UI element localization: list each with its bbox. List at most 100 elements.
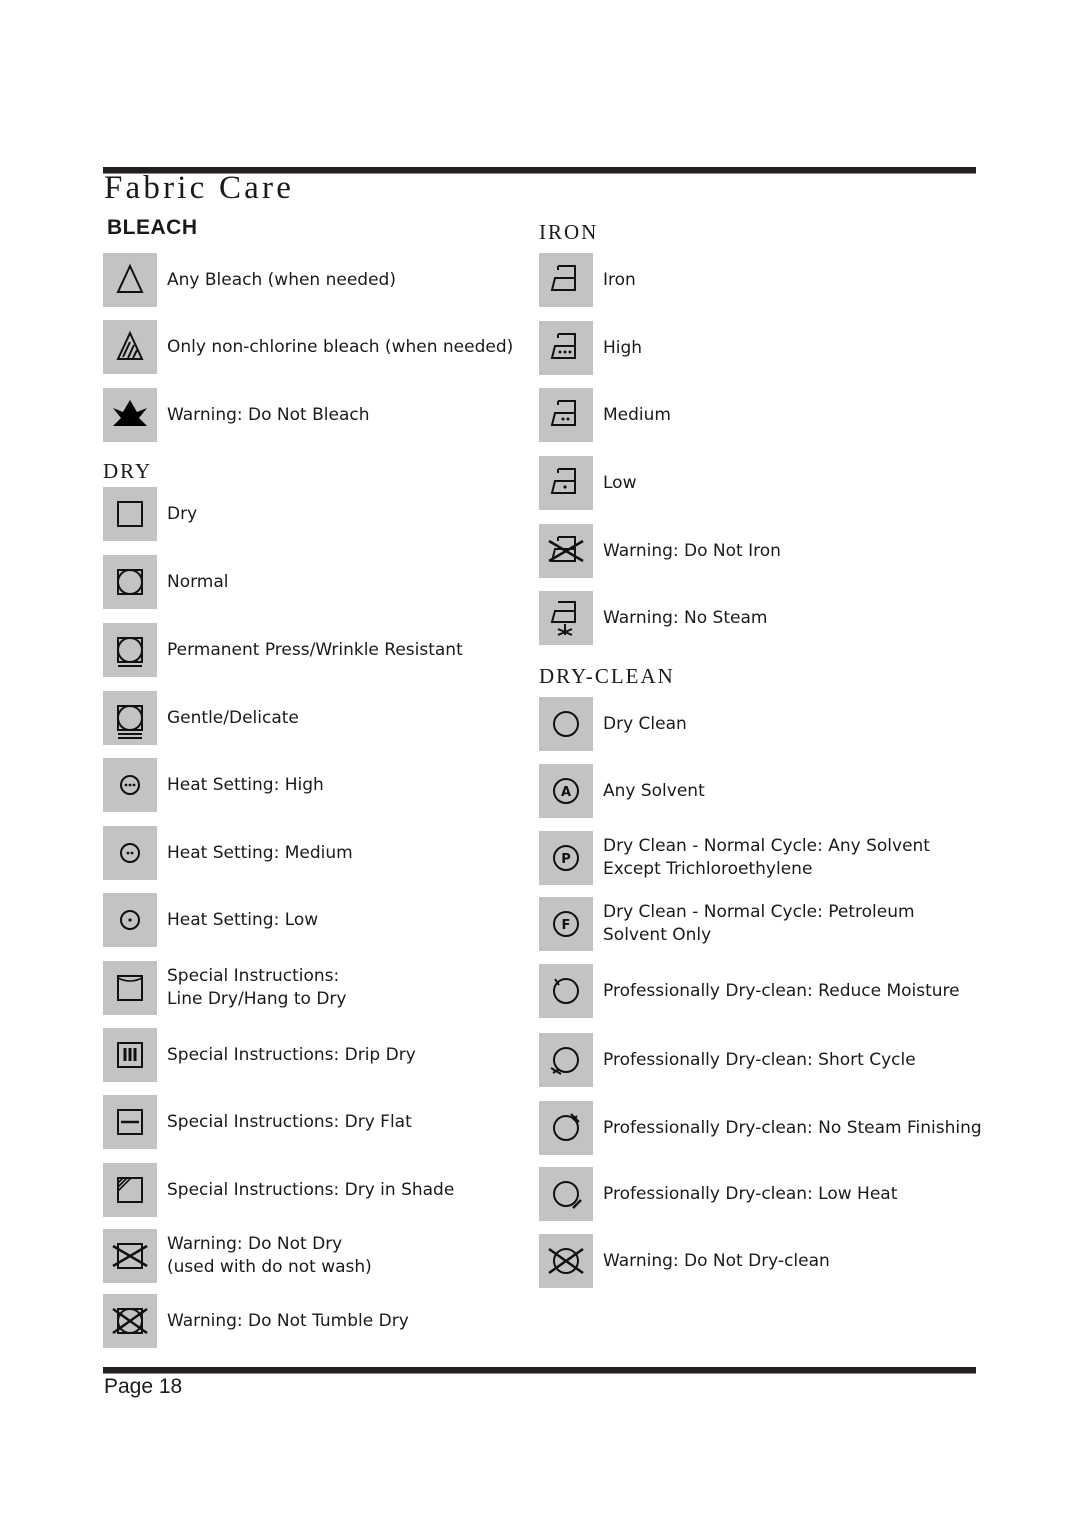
item-label: Warning: Do Not Iron (603, 540, 781, 563)
dry-item: Special Instructions: Drip Dry (103, 1028, 416, 1082)
item-label: Heat Setting: Low (167, 909, 318, 932)
label-line: Special Instructions: Drip Dry (167, 1044, 416, 1065)
svg-text:A: A (561, 785, 571, 800)
dry-clean-reduce-moisture-icon (539, 964, 593, 1018)
svg-text:F: F (562, 918, 571, 933)
item-label: Special Instructions: Line Dry/Hang to Dr… (167, 965, 346, 1011)
item-label: Professionally Dry-clean: Short Cycle (603, 1049, 916, 1072)
dryclean-item: F Dry Clean - Normal Cycle: Petroleum Solv… (539, 897, 915, 951)
item-label: High (603, 337, 642, 360)
dry-item: Warning: Do Not Dry (used with do not was… (103, 1229, 372, 1283)
section-title-dry: DRY (103, 459, 153, 483)
item-label: Medium (603, 404, 671, 427)
label-line: Professionally Dry-clean: Reduce Moistur… (603, 980, 960, 1001)
dryclean-item: Professionally Dry-clean: No Steam Finis… (539, 1101, 982, 1155)
item-label: Warning: Do Not Bleach (167, 404, 370, 427)
heat-high-icon (103, 758, 157, 812)
label-line: Warning: Do Not Dry (167, 1234, 343, 1254)
svg-text:P: P (561, 852, 571, 867)
label-line: Any Bleach (when needed) (167, 269, 396, 290)
dryclean-item: A Any Solvent (539, 764, 705, 818)
item-label: Any Bleach (when needed) (167, 269, 396, 292)
item-label: Dry Clean - Normal Cycle: Petroleum Solve… (603, 901, 915, 947)
item-label: Warning: Do Not Tumble Dry (167, 1310, 409, 1333)
bleach-item: Any Bleach (when needed) (103, 253, 396, 307)
item-label: Dry Clean - Normal Cycle: Any Solvent Exc… (603, 835, 930, 881)
no-steam-icon (539, 591, 593, 645)
label-line: Professionally Dry-clean: No Steam Finis… (603, 1117, 982, 1138)
label-line: Heat Setting: Low (167, 909, 319, 930)
item-label: Only non-chlorine bleach (when needed) (167, 336, 513, 359)
item-label: Professionally Dry-clean: Reduce Moistur… (603, 980, 960, 1003)
dry-item: Normal (103, 555, 229, 609)
dry-item: Gentle/Delicate (103, 691, 299, 745)
label-line: Special Instructions: (167, 966, 340, 986)
label-line: Normal (167, 571, 229, 592)
iron-item: Medium (539, 388, 671, 442)
dry-clean-icon (539, 697, 593, 751)
iron-item: Low (539, 456, 636, 510)
iron-high-icon (539, 321, 593, 375)
dry-item: Heat Setting: High (103, 758, 324, 812)
item-label: Iron (603, 269, 636, 292)
label-line: Line Dry/Hang to Dry (167, 989, 347, 1009)
item-label: Warning: No Steam (603, 607, 767, 630)
tumble-dry-normal-icon (103, 555, 157, 609)
label-line: High (603, 337, 643, 358)
do-not-tumble-dry-icon (103, 1294, 157, 1348)
section-title-bleach: BLEACH (107, 216, 198, 239)
do-not-dry-clean-icon (539, 1234, 593, 1288)
item-label: Gentle/Delicate (167, 707, 299, 730)
drip-dry-icon (103, 1028, 157, 1082)
item-label: Professionally Dry-clean: No Steam Finis… (603, 1117, 982, 1140)
heat-low-icon (103, 893, 157, 947)
label-line: Any Solvent (603, 780, 705, 801)
page-title: Fabric Care (104, 170, 295, 206)
iron-low-icon (539, 456, 593, 510)
dry-item: Heat Setting: Low (103, 893, 318, 947)
dryclean-item: Professionally Dry-clean: Low Heat (539, 1167, 897, 1221)
line-dry-icon (103, 961, 157, 1015)
label-line: Heat Setting: High (167, 774, 324, 795)
do-not-dry-icon (103, 1229, 157, 1283)
dry-item: Special Instructions: Dry in Shade (103, 1163, 454, 1217)
label-line: Solvent Only (603, 925, 712, 945)
dry-in-shade-icon (103, 1163, 157, 1217)
item-label: Permanent Press/Wrinkle Resistant (167, 639, 463, 662)
label-line: Dry Clean (603, 713, 687, 734)
iron-medium-icon (539, 388, 593, 442)
tumble-dry-permanent-press-icon (103, 623, 157, 677)
do-not-bleach-icon (103, 388, 157, 442)
label-line: Low (603, 472, 637, 493)
iron-item: Warning: No Steam (539, 591, 767, 645)
label-line: Dry (167, 503, 198, 524)
item-label: Any Solvent (603, 780, 705, 803)
bleach-any-icon (103, 253, 157, 307)
dryclean-item: Professionally Dry-clean: Reduce Moistur… (539, 964, 960, 1018)
label-line: Heat Setting: Medium (167, 842, 353, 863)
dry-clean-p-icon: P (539, 831, 593, 885)
item-label: Special Instructions: Drip Dry (167, 1044, 416, 1067)
item-label: Warning: Do Not Dry-clean (603, 1250, 830, 1273)
label-line: Special Instructions: Dry Flat (167, 1111, 412, 1132)
dry-item: Special Instructions: Line Dry/Hang to Dr… (103, 961, 346, 1015)
bleach-item: Warning: Do Not Bleach (103, 388, 370, 442)
iron-item: Warning: Do Not Iron (539, 524, 781, 578)
item-label: Professionally Dry-clean: Low Heat (603, 1183, 897, 1206)
dry-item: Permanent Press/Wrinkle Resistant (103, 623, 463, 677)
item-label: Dry Clean (603, 713, 687, 736)
label-line: Warning: No Steam (603, 607, 768, 628)
heat-medium-icon (103, 826, 157, 880)
dryclean-item: Professionally Dry-clean: Short Cycle (539, 1033, 916, 1087)
do-not-iron-icon (539, 524, 593, 578)
iron-item: High (539, 321, 642, 375)
item-label: Heat Setting: High (167, 774, 324, 797)
label-line: Dry Clean - Normal Cycle: Any Solvent (603, 836, 930, 856)
label-line: Warning: Do Not Tumble Dry (167, 1310, 409, 1331)
dryclean-item: Warning: Do Not Dry-clean (539, 1234, 830, 1288)
item-label: Low (603, 472, 636, 495)
label-line: Medium (603, 404, 671, 425)
label-line: Iron (603, 269, 636, 290)
item-label: Special Instructions: Dry Flat (167, 1111, 412, 1134)
label-line: Professionally Dry-clean: Short Cycle (603, 1049, 916, 1070)
